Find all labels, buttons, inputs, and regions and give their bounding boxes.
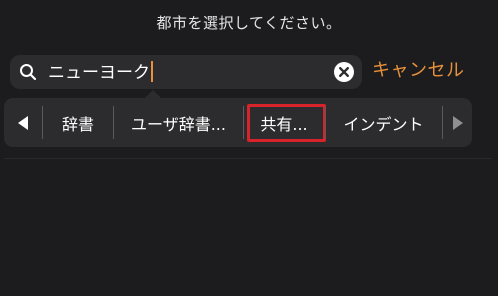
menu-item-user-dictionary[interactable]: ユーザ辞書... (114, 98, 243, 147)
menu-item-indent[interactable]: インデント (325, 98, 442, 147)
arrow-left-icon (18, 115, 28, 130)
menu-next-button[interactable] (443, 98, 472, 147)
menu-prev-button[interactable] (4, 98, 42, 147)
arrow-right-icon (452, 115, 463, 130)
menu-item-label: インデント (343, 114, 424, 134)
cancel-button[interactable]: キャンセル (372, 59, 465, 83)
search-input[interactable]: ニューヨーク (48, 63, 150, 83)
text-caret (151, 61, 153, 82)
menu-item-label: 辞書 (61, 114, 94, 134)
menu-item-label: ユーザ辞書... (131, 114, 226, 134)
separator-line (4, 158, 492, 159)
menu-item-dictionary[interactable]: 辞書 (43, 98, 113, 147)
prompt-title: 都市を選択してください。 (156, 14, 342, 32)
share-highlight-box (247, 104, 326, 142)
search-icon (20, 64, 37, 81)
search-text-container: ニューヨーク (48, 61, 153, 84)
search-field[interactable]: ニューヨーク (10, 55, 362, 89)
edit-menu-bar: 辞書 ユーザ辞書... 共有... インデント (4, 98, 472, 147)
clear-icon[interactable] (334, 62, 354, 82)
